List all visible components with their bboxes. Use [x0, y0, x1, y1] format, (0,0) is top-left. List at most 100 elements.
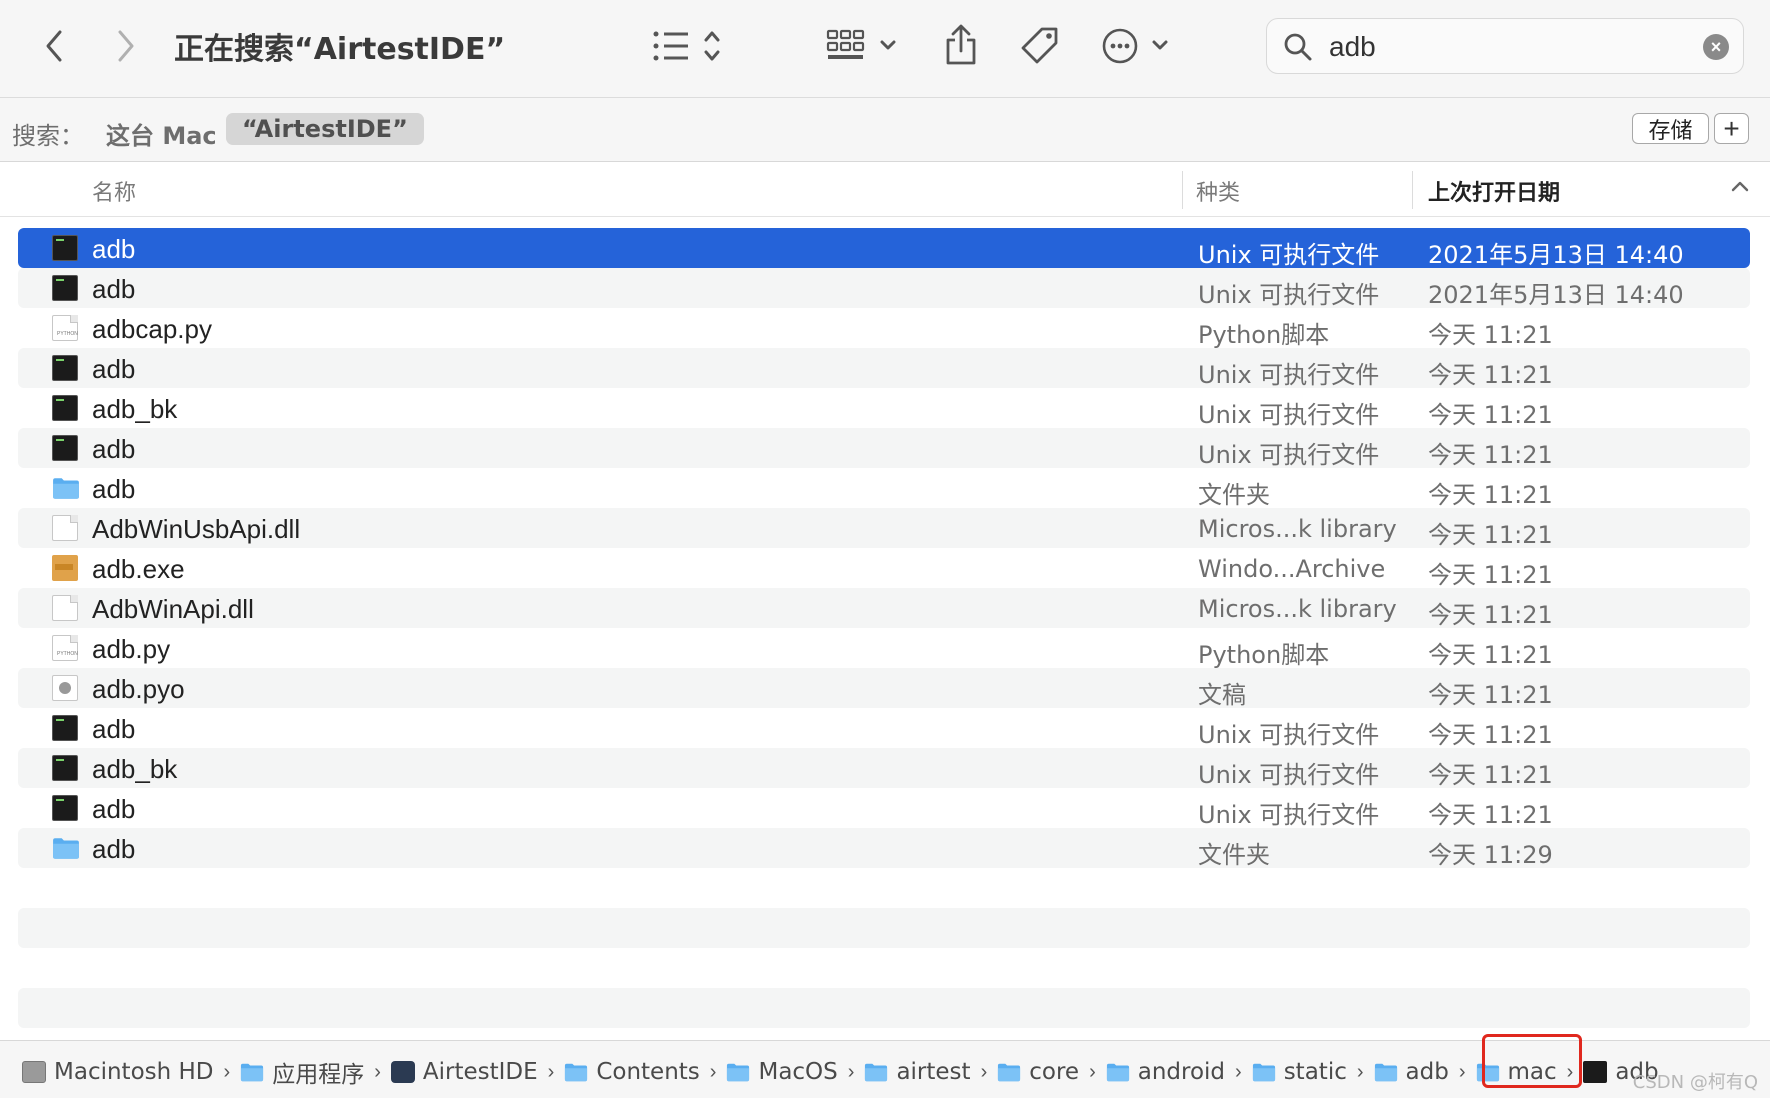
file-row[interactable]: adbcap.py Python脚本 今天 11:21 — [18, 308, 1750, 349]
path-item[interactable]: Contents — [564, 1059, 700, 1085]
file-name: adb.exe — [92, 554, 185, 584]
folder-icon — [52, 835, 79, 861]
library-file-icon — [52, 595, 78, 621]
file-date: 今天 11:21 — [1428, 321, 1553, 349]
tag-button[interactable] — [1018, 24, 1062, 68]
file-kind: Unix 可执行文件 — [1198, 721, 1380, 749]
folder-icon — [52, 475, 79, 501]
file-date: 今天 11:21 — [1428, 401, 1553, 429]
airtestide-app-icon — [390, 1061, 415, 1083]
file-kind: 文件夹 — [1198, 481, 1270, 509]
file-row[interactable]: adb_bk Unix 可执行文件 今天 11:21 — [18, 748, 1750, 789]
path-item-label: android — [1137, 1059, 1226, 1085]
column-date[interactable]: 上次打开日期 — [1428, 175, 1560, 207]
path-item[interactable]: android — [1106, 1059, 1225, 1085]
share-button[interactable] — [940, 22, 982, 68]
python-script-icon — [52, 635, 78, 661]
search-scope-bar: 搜索： 这台 Mac “AirtestIDE” 存储 + — [0, 98, 1770, 162]
folder-icon — [564, 1061, 588, 1083]
window-title: 正在搜索“AirtestIDE” — [174, 32, 506, 67]
search-field[interactable]: adb × — [1266, 18, 1744, 74]
chevron-right-icon: › — [709, 1060, 717, 1083]
add-criteria-button[interactable]: + — [1714, 113, 1749, 144]
search-input[interactable]: adb — [1329, 31, 1376, 63]
back-button[interactable] — [36, 26, 72, 66]
unix-executable-icon — [52, 435, 78, 461]
file-date: 2021年5月13日 14:40 — [1428, 241, 1684, 269]
view-options-button[interactable] — [650, 26, 730, 66]
unix-executable-icon — [52, 795, 78, 821]
chevron-left-icon — [46, 30, 62, 62]
file-date: 今天 11:21 — [1428, 641, 1553, 669]
file-kind: 文件夹 — [1198, 841, 1270, 869]
file-date: 今天 11:21 — [1428, 521, 1553, 549]
column-name[interactable]: 名称 — [92, 175, 136, 207]
folder-shape-icon — [53, 478, 79, 499]
file-name: adb.pyo — [92, 674, 185, 704]
unix-executable-icon — [52, 715, 78, 741]
file-row[interactable]: AdbWinApi.dll Micros...k library 今天 11:21 — [18, 588, 1750, 629]
file-row[interactable]: AdbWinUsbApi.dll Micros...k library 今天 11:… — [18, 508, 1750, 549]
breadcrumb: Macintosh HD › 应用程序 › AirtestIDE › Contents › Ma… — [22, 1055, 1659, 1089]
empty-row — [18, 988, 1750, 1028]
chevron-right-icon: › — [1356, 1060, 1364, 1083]
file-name: AdbWinApi.dll — [92, 594, 254, 624]
file-row[interactable]: adb Unix 可执行文件 今天 11:21 — [18, 428, 1750, 469]
file-date: 今天 11:21 — [1428, 441, 1553, 469]
grid-icon — [826, 29, 896, 59]
file-row[interactable]: adb_bk Unix 可执行文件 今天 11:21 — [18, 388, 1750, 429]
path-item[interactable]: airtest — [864, 1059, 971, 1085]
path-item[interactable]: core — [997, 1059, 1079, 1085]
chevron-right-icon: › — [980, 1060, 988, 1083]
file-name: adb — [92, 714, 136, 744]
file-row[interactable]: adb.pyo 文稿 今天 11:21 — [18, 668, 1750, 709]
file-row[interactable]: adb 文件夹 今天 11:21 — [18, 468, 1750, 509]
file-row[interactable]: adb Unix 可执行文件 2021年5月13日 14:40 — [18, 268, 1750, 309]
file-row[interactable]: adb.py Python脚本 今天 11:21 — [18, 628, 1750, 669]
column-separator[interactable] — [1182, 171, 1183, 209]
file-row[interactable]: adb Unix 可执行文件 今天 11:21 — [18, 348, 1750, 389]
clear-search-icon[interactable]: × — [1703, 34, 1729, 60]
share-icon — [946, 24, 976, 65]
file-row[interactable]: adb 文件夹 今天 11:29 — [18, 828, 1750, 869]
column-kind[interactable]: 种类 — [1196, 175, 1240, 207]
file-kind: Windo...Archive — [1198, 555, 1386, 583]
forward-button[interactable] — [108, 26, 144, 66]
group-button[interactable] — [826, 26, 900, 66]
chevron-right-icon: › — [223, 1060, 231, 1083]
watermark: CSDN @柯有Q — [1632, 1072, 1758, 1093]
applications-folder-icon — [240, 1061, 264, 1083]
file-row[interactable]: adb Unix 可执行文件 2021年5月13日 14:40 — [18, 228, 1750, 269]
scope-this-mac[interactable]: 这台 Mac — [106, 116, 217, 151]
library-file-icon — [52, 515, 78, 541]
path-item[interactable]: static — [1252, 1059, 1347, 1085]
folder-icon — [864, 1061, 888, 1083]
column-header-row: 名称 种类 上次打开日期 — [0, 163, 1770, 217]
file-row[interactable]: adb Unix 可执行文件 今天 11:21 — [18, 788, 1750, 829]
scope-airtestide[interactable]: “AirtestIDE” — [226, 113, 424, 145]
column-separator[interactable] — [1412, 171, 1413, 209]
file-name: adb.py — [92, 634, 171, 664]
path-item[interactable]: Macintosh HD — [22, 1059, 214, 1085]
chevron-right-icon: › — [1235, 1060, 1242, 1083]
action-button[interactable] — [1102, 26, 1174, 66]
folder-shape-icon — [998, 1063, 1021, 1082]
file-kind: Unix 可执行文件 — [1198, 241, 1380, 269]
hard-disk-icon — [22, 1061, 46, 1083]
path-item[interactable]: adb — [1374, 1059, 1449, 1085]
empty-row — [18, 868, 1750, 908]
file-date: 2021年5月13日 14:40 — [1428, 281, 1684, 309]
path-item[interactable]: 应用程序 — [240, 1055, 364, 1089]
chevron-right-icon: › — [374, 1060, 381, 1083]
exe-archive-icon — [52, 555, 78, 581]
file-row[interactable]: adb.exe Windo...Archive 今天 11:21 — [18, 548, 1750, 589]
save-search-button[interactable]: 存储 — [1632, 113, 1709, 144]
file-row[interactable]: adb Unix 可执行文件 今天 11:21 — [18, 708, 1750, 749]
path-item[interactable]: AirtestIDE — [390, 1059, 538, 1085]
path-item-label: 应用程序 — [272, 1062, 365, 1088]
unix-executable-icon — [52, 275, 78, 301]
path-item[interactable]: MacOS — [726, 1059, 838, 1085]
file-name: adb_bk — [92, 754, 178, 784]
unix-executable-icon — [1583, 1061, 1608, 1083]
file-kind: Unix 可执行文件 — [1198, 761, 1380, 789]
